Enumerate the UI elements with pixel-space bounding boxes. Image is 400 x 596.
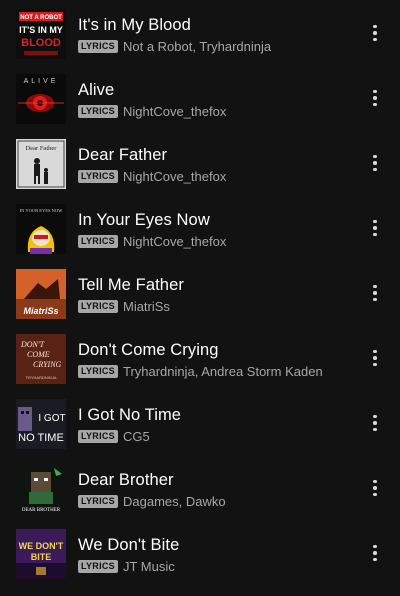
more-vertical-icon: [373, 24, 377, 29]
album-art-image: IN YOUR EYES NOW: [16, 204, 66, 254]
more-vertical-icon: [373, 89, 377, 94]
track-artists: CG5: [122, 429, 150, 444]
more-vertical-icon: [373, 219, 377, 224]
track-artists: NightCove_thefox: [122, 234, 227, 249]
more-vertical-icon: [373, 414, 377, 419]
art-caption: CRYING: [33, 360, 62, 369]
art-caption: DEAR BROTHER: [22, 508, 61, 513]
art-caption: WE DON'T: [19, 541, 64, 551]
more-vertical-icon: [373, 349, 377, 354]
album-art: I GOT NO TIME: [16, 399, 66, 449]
track-title: In Your Eyes Now: [78, 211, 210, 229]
track-subtitle: LYRICS CG5: [78, 429, 150, 444]
art-caption: COME: [27, 350, 50, 359]
track-subtitle: LYRICS NightCove_thefox: [78, 104, 226, 119]
lyrics-badge: LYRICS: [78, 430, 118, 443]
album-art-image: I GOT NO TIME: [16, 399, 66, 449]
track-title: Tell Me Father: [78, 276, 184, 294]
more-vertical-icon: [373, 284, 377, 289]
lyrics-badge: LYRICS: [78, 170, 118, 183]
album-art-image: MiatriSs: [16, 269, 66, 319]
more-options-button[interactable]: [364, 408, 386, 438]
album-art: DEAR BROTHER: [16, 464, 66, 514]
art-caption: NOT A ROBOT: [20, 15, 62, 21]
more-options-button[interactable]: [364, 18, 386, 48]
lyrics-badge: LYRICS: [78, 235, 118, 248]
art-caption: MiatriSs: [23, 306, 58, 316]
art-caption: IN YOUR EYES NOW: [20, 208, 63, 213]
album-art: IN YOUR EYES NOW: [16, 204, 66, 254]
more-vertical-icon: [373, 544, 377, 549]
art-caption: Dear Father: [26, 145, 58, 152]
art-caption: IT'S IN MY: [19, 25, 63, 35]
track-title: We Don't Bite: [78, 536, 180, 554]
album-art-image: WE DON'T BITE: [16, 529, 66, 579]
album-art-image: ALIVE: [16, 74, 66, 124]
track-artists: Dagames, Dawko: [122, 494, 226, 509]
more-options-button[interactable]: [364, 213, 386, 243]
album-art: WE DON'T BITE: [16, 529, 66, 579]
album-art-image: NOT A ROBOT IT'S IN MY BLOOD: [16, 9, 66, 59]
album-art: MiatriSs: [16, 269, 66, 319]
track-title: I Got No Time: [78, 406, 182, 424]
lyrics-badge: LYRICS: [78, 560, 118, 573]
album-art-image: DON'T COME CRYING TRYHARDNINJA: [16, 334, 66, 384]
track-title: It's in My Blood: [78, 16, 191, 34]
art-caption: NO TIME: [18, 432, 64, 444]
track-row[interactable]: Dear Father Dear Father LYRICS NightCove…: [0, 130, 400, 195]
track-row[interactable]: NOT A ROBOT IT'S IN MY BLOOD It's in My …: [0, 0, 400, 65]
track-row[interactable]: MiatriSs Tell Me Father LYRICS MiatriSs: [0, 260, 400, 325]
track-title: Alive: [78, 81, 115, 99]
lyrics-badge: LYRICS: [78, 495, 118, 508]
more-options-button[interactable]: [364, 473, 386, 503]
track-subtitle: LYRICS Not a Robot, Tryhardninja: [78, 39, 271, 54]
more-vertical-icon: [373, 479, 377, 484]
track-subtitle: LYRICS MiatriSs: [78, 299, 170, 314]
track-subtitle: LYRICS JT Music: [78, 559, 175, 574]
art-caption: BITE: [31, 552, 52, 562]
more-options-button[interactable]: [364, 343, 386, 373]
track-artists: Not a Robot, Tryhardninja: [122, 39, 272, 54]
lyrics-badge: LYRICS: [78, 365, 118, 378]
track-artists: MiatriSs: [122, 299, 170, 314]
album-art: DON'T COME CRYING TRYHARDNINJA: [16, 334, 66, 384]
track-subtitle: LYRICS NightCove_thefox: [78, 234, 226, 249]
track-row[interactable]: I GOT NO TIME I Got No Time LYRICS CG5: [0, 390, 400, 455]
track-row[interactable]: DON'T COME CRYING TRYHARDNINJA Don't Com…: [0, 325, 400, 390]
track-title: Dear Father: [78, 146, 168, 164]
album-art-image: Dear Father: [16, 139, 66, 189]
track-artists: NightCove_thefox: [122, 104, 227, 119]
track-row[interactable]: WE DON'T BITE We Don't Bite LYRICS JT Mu…: [0, 520, 400, 585]
track-title: Dear Brother: [78, 471, 174, 489]
track-row[interactable]: ALIVE Alive LYRICS NightCove_thefox: [0, 65, 400, 130]
track-row[interactable]: DEAR BROTHER Dear Brother LYRICS Dagames…: [0, 455, 400, 520]
album-art: ALIVE: [16, 74, 66, 124]
album-art: Dear Father: [16, 139, 66, 189]
track-list: NOT A ROBOT IT'S IN MY BLOOD It's in My …: [0, 0, 400, 596]
more-vertical-icon: [373, 154, 377, 159]
art-caption: I GOT: [38, 413, 65, 424]
lyrics-badge: LYRICS: [78, 40, 118, 53]
lyrics-badge: LYRICS: [78, 300, 118, 313]
track-artists: Tryhardninja, Andrea Storm Kaden: [122, 364, 323, 379]
track-artists: NightCove_thefox: [122, 169, 227, 184]
more-options-button[interactable]: [364, 148, 386, 178]
album-art-image: DEAR BROTHER: [16, 464, 66, 514]
track-subtitle: LYRICS Tryhardninja, Andrea Storm Kaden: [78, 364, 323, 379]
art-caption: BLOOD: [21, 37, 61, 49]
more-options-button[interactable]: [364, 278, 386, 308]
track-artists: JT Music: [122, 559, 175, 574]
more-options-button[interactable]: [364, 83, 386, 113]
lyrics-badge: LYRICS: [78, 105, 118, 118]
more-options-button[interactable]: [364, 538, 386, 568]
art-caption: DON'T: [20, 340, 45, 349]
track-row[interactable]: IN YOUR EYES NOW In Your Eyes Now LYRICS…: [0, 195, 400, 260]
track-subtitle: LYRICS NightCove_thefox: [78, 169, 226, 184]
track-subtitle: LYRICS Dagames, Dawko: [78, 494, 226, 509]
track-title: Don't Come Crying: [78, 341, 219, 359]
album-art: NOT A ROBOT IT'S IN MY BLOOD: [16, 9, 66, 59]
art-caption: TRYHARDNINJA: [26, 375, 57, 380]
art-caption: ALIVE: [24, 78, 59, 85]
